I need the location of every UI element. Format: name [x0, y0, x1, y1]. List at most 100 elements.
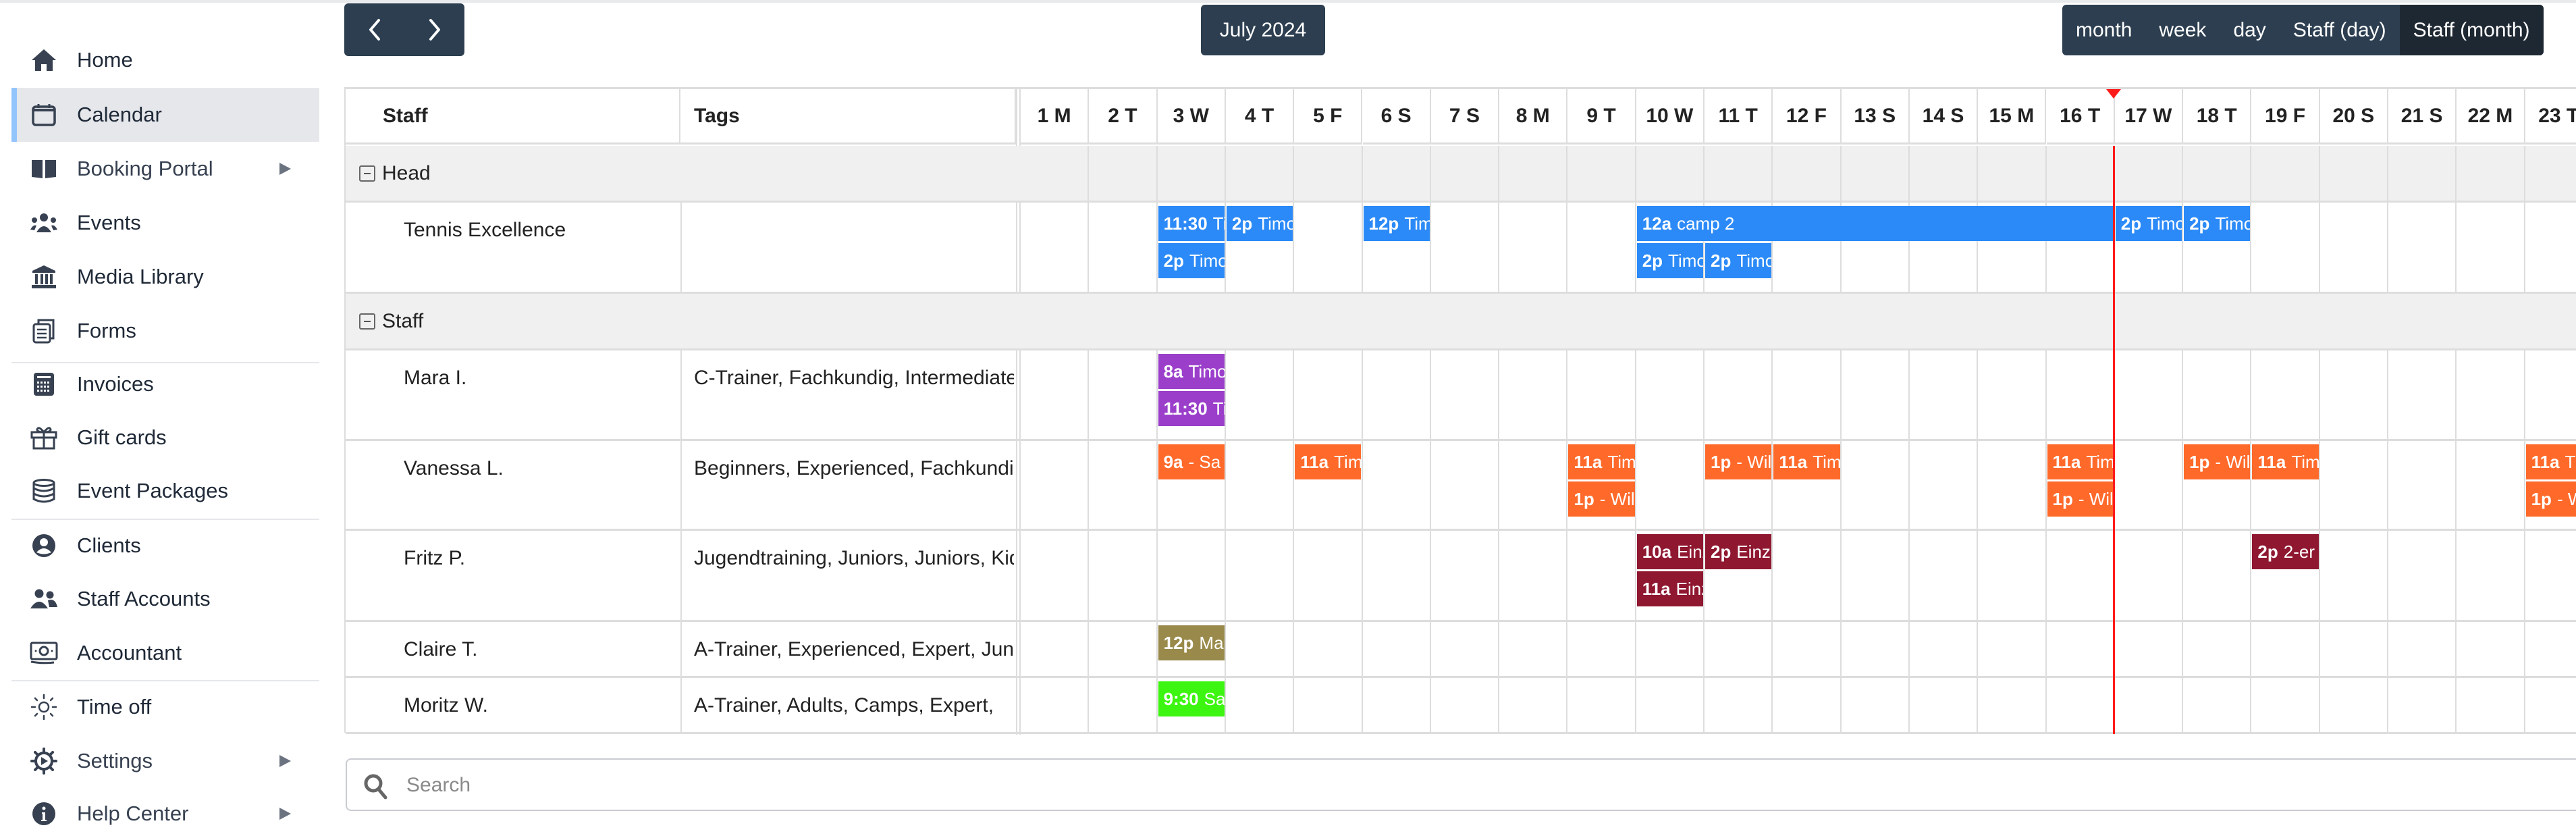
day-header[interactable]: 14 S — [1909, 89, 1979, 145]
search-input[interactable] — [406, 766, 2432, 804]
collapse-group-icon[interactable] — [359, 165, 375, 182]
event-title: - Wil — [2215, 451, 2251, 472]
day-header[interactable]: 21 S — [2388, 89, 2457, 145]
calendar-event[interactable]: 11aTimo — [2047, 444, 2114, 479]
day-header[interactable]: 20 S — [2319, 89, 2388, 145]
calendar-event[interactable]: 9:30 Sa — [1158, 681, 1225, 716]
resource-timeline: Staff Tags 1 M2 T3 W4 T5 F6 S7 S8 M9 T 10… — [344, 87, 2576, 735]
day-header[interactable]: 3 W — [1157, 89, 1226, 145]
day-header[interactable]: 18 T — [2183, 89, 2252, 145]
event-time: 9:30 — [1163, 688, 1199, 709]
view-week-button[interactable]: week — [2145, 5, 2220, 55]
day-header[interactable]: 12 F — [1773, 89, 1842, 145]
calendar-event[interactable]: 1p- Wil — [2184, 444, 2251, 479]
calendar-event[interactable]: 11:30 Timo — [1158, 206, 1225, 241]
event-title: Ma — [1199, 632, 1224, 653]
day-header[interactable]: 16 T — [2046, 89, 2115, 145]
calendar-event[interactable]: 2p Timo — [1158, 243, 1225, 278]
current-period-title[interactable]: July 2024 — [1201, 5, 1325, 55]
users-group-icon — [26, 205, 61, 240]
calendar-event[interactable]: 10aEinz — [1636, 534, 1703, 569]
calendar-event[interactable]: 1p- Wil — [1705, 444, 1772, 479]
day-header[interactable]: 23 T — [2525, 89, 2576, 145]
day-header[interactable]: 13 S — [1841, 89, 1910, 145]
day-header[interactable]: 15 M — [1978, 89, 2047, 145]
calendar-event[interactable]: 1p- Wil — [2047, 481, 2114, 517]
user-circle-icon — [26, 528, 61, 563]
day-header[interactable]: 22 M — [2457, 89, 2525, 145]
day-header[interactable]: 11 T — [1705, 89, 1773, 145]
view-month-button[interactable]: month — [2062, 5, 2145, 55]
sidebar-item-help-center[interactable]: Help Center — [11, 787, 319, 836]
calendar-event[interactable]: 11:30 Timo — [1158, 391, 1225, 426]
calendar-event[interactable]: 1p- Wil — [2525, 481, 2576, 517]
day-header[interactable]: 5 F — [1294, 89, 1363, 145]
sidebar-item-staff-accounts[interactable]: Staff Accounts — [11, 572, 319, 626]
column-header-staff[interactable]: Staff — [346, 89, 680, 145]
sidebar-item-label: Accountant — [77, 641, 182, 664]
database-icon — [26, 473, 61, 508]
sidebar-item-calendar[interactable]: Calendar — [11, 88, 319, 142]
calendar-event[interactable]: 2p Timo — [1226, 206, 1293, 241]
calendar-event[interactable]: 2p Timo — [1636, 243, 1703, 278]
event-time: 11a — [1642, 578, 1671, 599]
calendar-event[interactable]: 2p Timo — [2115, 206, 2182, 241]
sidebar-item-time-off[interactable]: Time off — [11, 680, 319, 734]
day-header[interactable]: 17 W — [2114, 89, 2184, 145]
calendar-event[interactable]: 12p Ma — [1158, 625, 1225, 660]
view-staff-month-button[interactable]: Staff (month) — [2399, 5, 2544, 55]
calendar-event[interactable]: 12a camp 2 — [1636, 206, 2114, 241]
prev-month-button[interactable] — [344, 3, 404, 56]
sidebar-item-booking-portal[interactable]: Booking Portal — [11, 142, 319, 196]
search-bar — [346, 758, 2576, 811]
event-title: Timo — [1736, 250, 1772, 271]
resource-row: Claire T. A-Trainer, Experienced, Expert,… — [346, 622, 2576, 678]
day-header[interactable]: 9 T — [1567, 89, 1636, 145]
sidebar-item-gift-cards[interactable]: Gift cards — [11, 411, 319, 465]
calendar-event[interactable]: 2p Timo — [1705, 243, 1772, 278]
sidebar-item-invoices[interactable]: Invoices — [11, 357, 319, 411]
group-title: Head — [382, 161, 431, 184]
day-header[interactable]: 8 M — [1499, 89, 1568, 145]
collapse-group-icon[interactable] — [359, 313, 375, 330]
calendar-event[interactable]: 11aTimo — [2252, 444, 2319, 479]
day-header[interactable]: 19 F — [2251, 89, 2320, 145]
calendar-event[interactable]: 8a Timo — [1158, 354, 1225, 389]
sidebar-item-media-library[interactable]: Media Library — [11, 250, 319, 304]
sidebar-item-settings[interactable]: Settings — [11, 734, 319, 788]
event-time: 10a — [1642, 541, 1672, 562]
calendar-event[interactable]: 2p 2-er — [2252, 534, 2319, 569]
view-staff-day-button[interactable]: Staff (day) — [2280, 5, 2400, 55]
calendar-event[interactable]: 1p- Wil — [1568, 481, 1635, 517]
column-header-tags[interactable]: Tags — [680, 89, 1016, 145]
calendar-event[interactable]: 9a - Sa — [1158, 444, 1225, 479]
calendar-event[interactable]: 12pTimo — [1363, 206, 1430, 241]
next-month-button[interactable] — [404, 3, 464, 56]
sidebar-item-events[interactable]: Events — [11, 196, 319, 250]
calendar-event[interactable]: 11aTimo — [2525, 444, 2576, 479]
calendar-event[interactable]: 11aTimo — [1773, 444, 1840, 479]
day-header[interactable]: 1 M — [1021, 89, 1090, 145]
event-title: Timo — [1212, 213, 1225, 234]
calendar-event[interactable]: 11aEinz — [1636, 571, 1703, 606]
sidebar-item-event-packages[interactable]: Event Packages — [11, 464, 319, 518]
day-header[interactable]: 10 W — [1636, 89, 1705, 145]
info-circle-icon — [26, 796, 61, 831]
day-header[interactable]: 6 S — [1362, 89, 1431, 145]
view-day-button[interactable]: day — [2220, 5, 2279, 55]
event-time: 11a — [1574, 451, 1603, 472]
sidebar-item-clients[interactable]: Clients — [11, 519, 319, 573]
day-header[interactable]: 2 T — [1089, 89, 1158, 145]
calendar-event[interactable]: 11aTimo — [1295, 444, 1362, 479]
calendar-event[interactable]: 2p Einz — [1705, 534, 1772, 569]
day-header[interactable]: 7 S — [1430, 89, 1500, 145]
resource-tags: C-Trainer, Fachkundig, Intermediate — [694, 367, 1014, 389]
sidebar-item-label: Staff Accounts — [77, 587, 211, 610]
calendar-event[interactable]: 2p Timo — [2184, 206, 2251, 241]
event-time: 2p — [2257, 541, 2278, 562]
calendar-event[interactable]: 11aTimo — [1568, 444, 1635, 479]
day-header[interactable]: 4 T — [1225, 89, 1295, 145]
sidebar-item-home[interactable]: Home — [11, 33, 319, 87]
sidebar-item-forms[interactable]: Forms — [11, 304, 319, 358]
sidebar-item-accountant[interactable]: Accountant — [11, 626, 319, 680]
